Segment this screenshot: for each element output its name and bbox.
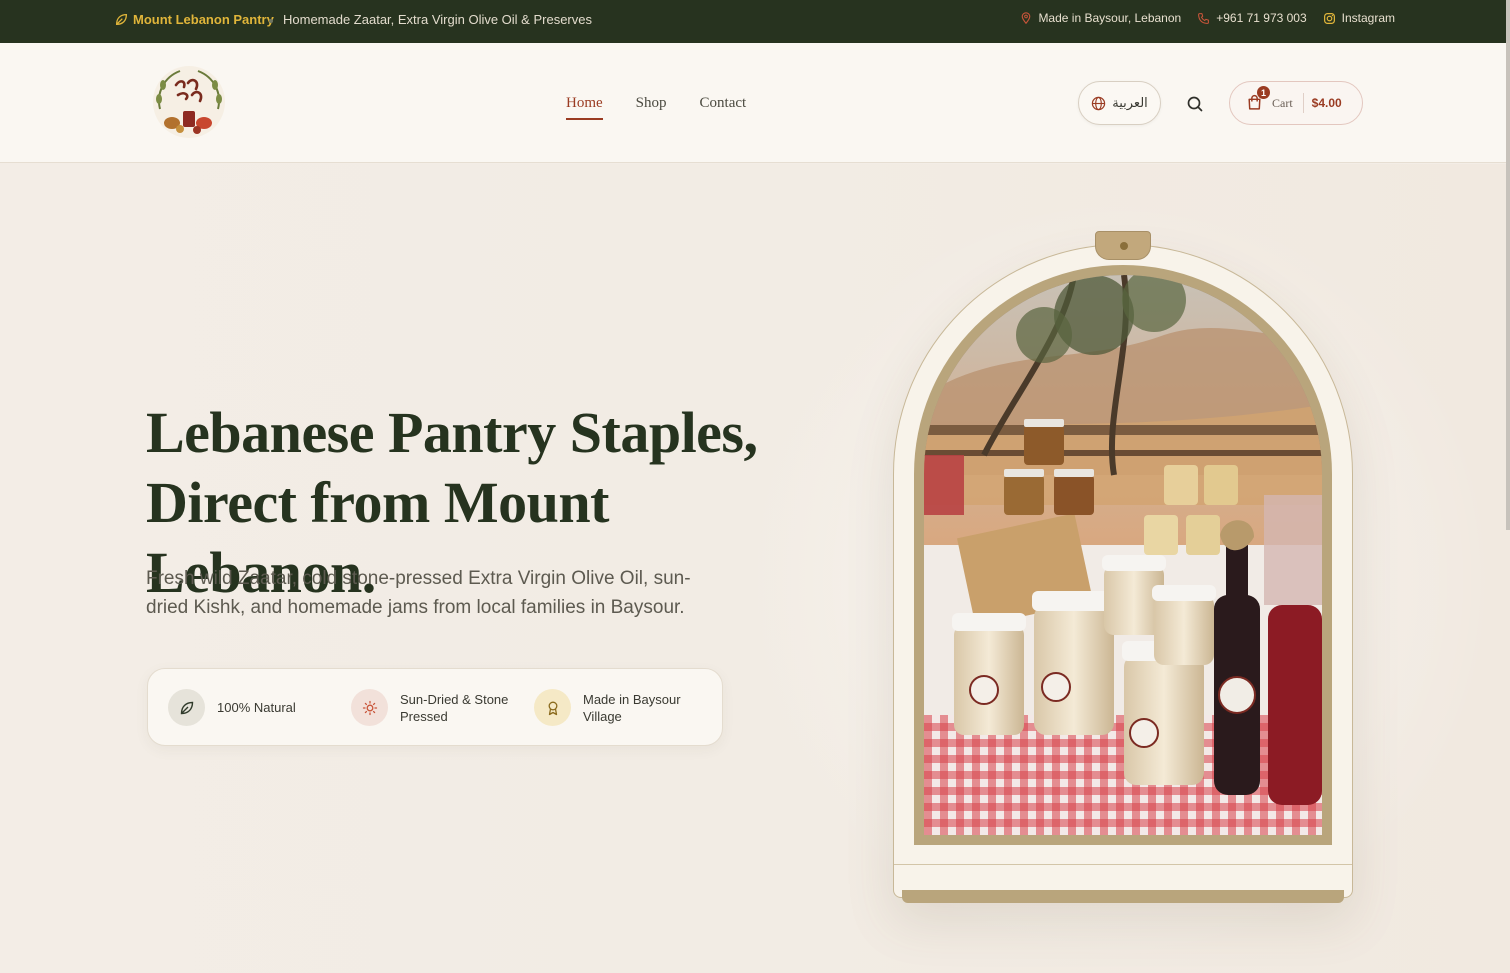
nav-home[interactable]: Home [566,95,603,120]
leaf-icon [180,701,193,714]
sun-icon [362,700,377,715]
language-label: العربية [1112,95,1148,110]
phone-link[interactable]: +961 71 973 003 [1197,11,1307,25]
cart-total: $4.00 [1311,96,1342,110]
hero-title-line1: Lebanese Pantry Staples, [146,400,758,465]
feature-sun-dried: Sun-Dried & Stone Pressed [351,689,521,726]
award-icon [548,701,557,715]
nav-shop[interactable]: Shop [636,95,667,120]
page-scrollbar[interactable] [1506,0,1510,530]
hero-product-photo [924,275,1322,835]
globe-icon [1092,96,1106,110]
instagram-text: Instagram [1341,11,1395,25]
nav-contact[interactable]: Contact [700,95,747,120]
feature-sun-label: Sun-Dried & Stone Pressed [400,691,509,724]
feature-village-label: Made in Baysour Village [583,691,681,724]
map-pin-icon [1022,12,1031,24]
frame-sill-line [894,864,1352,865]
main-nav: Home Shop Contact [566,95,746,120]
phone-text: +961 71 973 003 [1216,11,1307,25]
hero-lead: Fresh wild Zaatar, cold stone-pressed Ex… [146,568,691,618]
phone-icon [1198,12,1210,24]
top-announcement-bar: Mount Lebanon Pantry Homemade Zaatar, Ex… [0,0,1510,43]
leaf-icon [115,13,128,26]
market-stall-illustration [924,275,1322,835]
cart-button[interactable]: 1 Cart $4.00 [1229,81,1363,125]
site-header: Home Shop Contact العربية 1 Cart $4.00 [0,43,1510,163]
frame-shelf [902,890,1344,903]
instagram-icon [1323,12,1335,24]
location-info: Made in Baysour, Lebanon [1020,11,1181,25]
frame-hanger [1095,231,1151,260]
site-logo[interactable] [150,63,228,141]
search-button[interactable] [1184,93,1206,115]
instagram-link[interactable]: Instagram [1323,11,1395,25]
location-text: Made in Baysour, Lebanon [1038,11,1182,25]
feature-natural: 100% Natural [168,689,296,726]
feature-village: Made in Baysour Village [534,689,704,726]
search-icon [1187,96,1203,112]
top-brand-label: Mount Lebanon Pantry [133,12,274,27]
cart-icon-wrap: 1 [1246,86,1270,112]
separator-dot [269,19,273,23]
cart-count-badge: 1 [1257,86,1270,99]
top-tagline: Homemade Zaatar, Extra Virgin Olive Oil … [283,12,592,27]
feature-natural-badge [168,689,205,726]
feature-village-badge [534,689,571,726]
top-brand[interactable]: Mount Lebanon Pantry [115,12,274,27]
feature-natural-label: 100% Natural [217,700,296,715]
feature-sun-badge [351,689,388,726]
cart-label: Cart [1272,95,1293,110]
hanger-pin [1120,242,1128,250]
features-card: 100% Natural Sun-Dried & Stone Pressed M… [147,668,723,746]
cart-divider [1302,93,1304,113]
language-switch-button[interactable]: العربية [1078,81,1161,125]
